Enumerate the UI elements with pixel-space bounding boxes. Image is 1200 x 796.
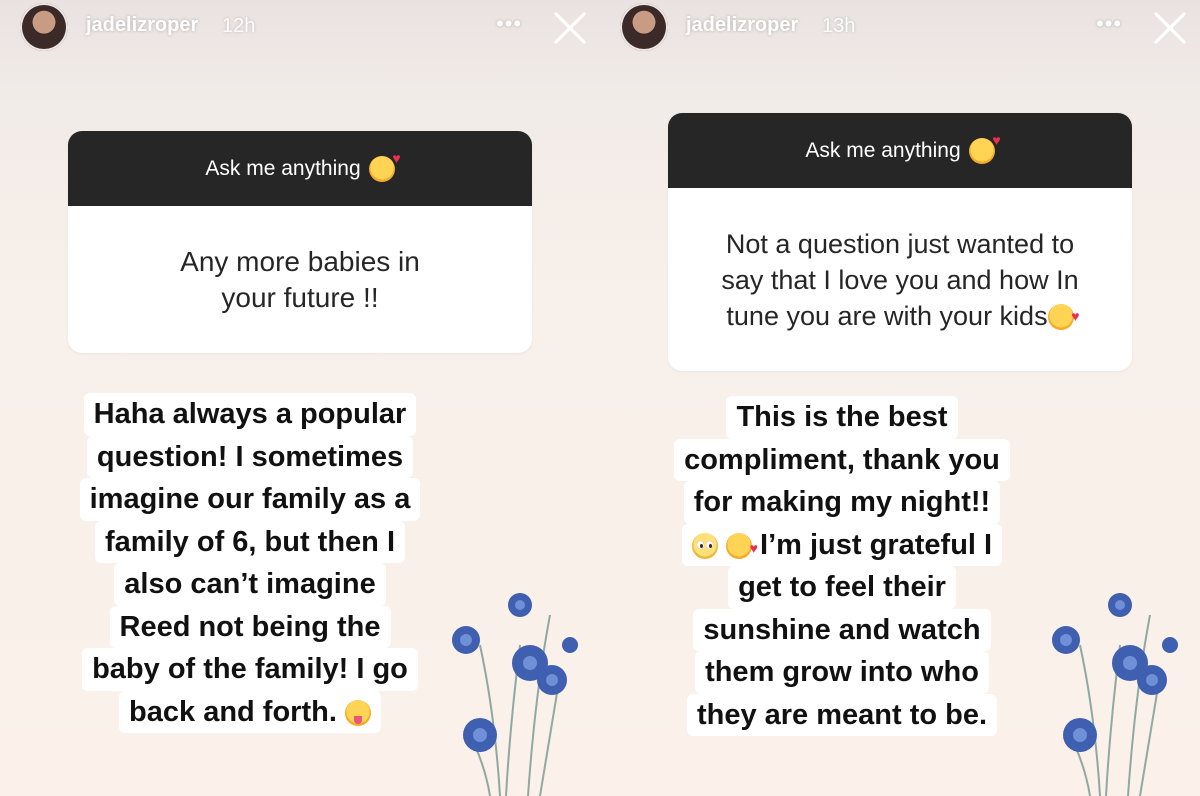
answer-line: I’m just grateful I: [760, 528, 993, 561]
question-line: say that I love you and how In: [721, 264, 1079, 295]
question-line: tune you are with your kids: [726, 300, 1048, 331]
username[interactable]: jadelizroper: [86, 14, 198, 37]
story-header: jadelizroper 12h •••: [0, 0, 600, 58]
close-icon[interactable]: [552, 10, 588, 46]
story-panel-right: jadelizroper 13h ••• Ask me anything Not…: [600, 0, 1200, 796]
cornflower-illustration: [452, 593, 578, 796]
question-header-label: Ask me anything: [205, 156, 361, 180]
zany-face-icon: [344, 699, 371, 726]
question-header-label: Ask me anything: [805, 138, 961, 162]
question-text: Not a question just wanted to say that I…: [668, 188, 1132, 371]
cornflower-illustration: [1052, 593, 1178, 796]
answer-line: imagine our family as a: [79, 478, 421, 521]
more-options-icon[interactable]: •••: [1096, 13, 1122, 35]
answer-line: baby of the family! I go: [82, 648, 418, 691]
story-panel-left: jadelizroper 12h ••• Ask me anything Any…: [0, 0, 600, 796]
answer-line: for making my night!!: [683, 481, 1001, 524]
answer-line: them grow into who: [695, 651, 989, 694]
question-sticker: Ask me anything Any more babies in your …: [68, 131, 532, 353]
question-line: Any more babies in: [180, 245, 420, 277]
question-sticker-header: Ask me anything: [68, 131, 532, 206]
answer-line: question! I sometimes: [86, 435, 414, 478]
close-icon[interactable]: [1152, 10, 1188, 46]
question-line: your future !!: [221, 281, 379, 313]
avatar[interactable]: [20, 3, 68, 51]
answer-line: sunshine and watch: [693, 608, 991, 651]
question-line: Not a question just wanted to: [725, 228, 1075, 259]
answer-line: family of 6, but then I: [94, 520, 405, 563]
answer-line: also can’t imagine: [114, 563, 386, 606]
question-text: Any more babies in your future !!: [68, 206, 532, 353]
answer-line: back and forth.: [129, 695, 337, 728]
username[interactable]: jadelizroper: [686, 14, 798, 37]
smiling-face-with-hearts-icon: [968, 132, 1001, 164]
smiling-face-with-hearts-icon: [725, 527, 758, 569]
answer-line: they are meant to be.: [686, 693, 998, 736]
smiling-face-with-hearts-icon: [368, 150, 401, 182]
story-header: jadelizroper 13h •••: [600, 0, 1200, 58]
answer-line: This is the best: [726, 396, 958, 439]
timestamp: 12h: [222, 15, 256, 37]
question-sticker: Ask me anything Not a question just want…: [668, 113, 1132, 371]
pleading-face-icon: [691, 532, 718, 559]
answer-line: Haha always a popular: [83, 393, 417, 436]
timestamp: 13h: [822, 15, 856, 37]
avatar[interactable]: [620, 3, 668, 51]
question-sticker-header: Ask me anything: [668, 113, 1132, 188]
answer-line: compliment, thank you: [674, 438, 1010, 481]
answer-line: Reed not being the: [109, 605, 391, 648]
answer-text: Haha always a popular question! I someti…: [54, 393, 446, 733]
smiling-face-with-hearts-icon: [1047, 298, 1080, 334]
answer-line: get to feel their: [728, 566, 956, 609]
more-options-icon[interactable]: •••: [496, 13, 522, 35]
answer-text: This is the best compliment, thank you f…: [652, 396, 1032, 736]
